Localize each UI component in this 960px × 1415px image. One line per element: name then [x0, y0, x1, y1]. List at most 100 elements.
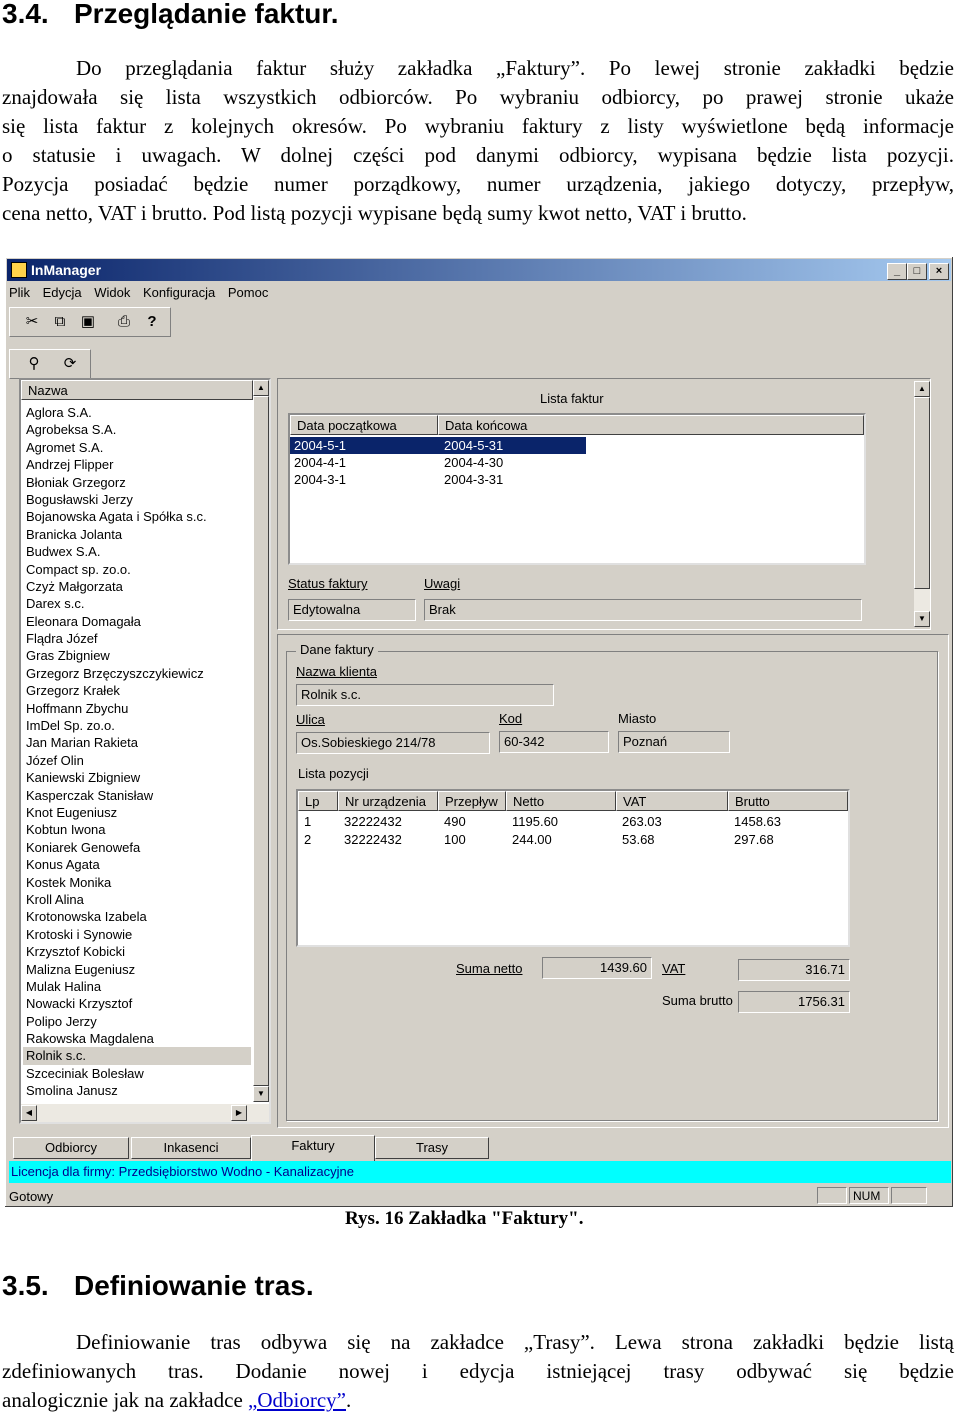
customer-item[interactable]: Nowacki Krzysztof [23, 995, 251, 1012]
code-field[interactable]: 60-342 [499, 731, 609, 753]
num-lock-indicator: NUM [849, 1187, 889, 1204]
tab-faktury[interactable]: Faktury [251, 1135, 375, 1161]
customer-item[interactable]: Flądra Józef [23, 630, 251, 647]
sum-netto-field[interactable]: 1439.60 [542, 957, 652, 979]
invoice-row[interactable]: 2004-4-1 2004-4-30 [290, 454, 864, 471]
scroll-left-icon[interactable]: ◀ [21, 1105, 37, 1121]
tab-inkasenci[interactable]: Inkasenci [131, 1137, 251, 1159]
customer-vscroll[interactable]: ▲ ▼ [253, 380, 269, 1102]
status-field[interactable]: Edytowalna [288, 599, 416, 621]
customer-item[interactable]: Józef Olin [23, 752, 251, 769]
scroll-thumb[interactable] [914, 397, 930, 589]
customer-item[interactable]: Knot Eugeniusz [23, 804, 251, 821]
customer-item[interactable]: Krzysztof Kobicki [23, 943, 251, 960]
customer-item[interactable]: Aglora S.A. [23, 404, 251, 421]
column-header-start[interactable]: Data początkowa [290, 415, 438, 435]
positions-table[interactable]: Lp Nr urządzenia Przepływ Netto VAT Brutto 1 3… [296, 789, 850, 947]
license-bar: Licencja dla firmy: Przedsiębiorstwo Wod… [9, 1161, 951, 1183]
invoice-list[interactable]: Data początkowa Data końcowa 2004-5-1 200… [288, 413, 866, 565]
column-header-gross[interactable]: Brutto [728, 791, 848, 811]
tab-trasy[interactable]: Trasy [375, 1137, 489, 1159]
customer-item[interactable]: Rolnik s.c. [23, 1047, 251, 1065]
customer-list[interactable]: Nazwa Aglora S.A. Agrobeksa S.A. Agromet S… [19, 378, 271, 1124]
scroll-down-icon[interactable]: ▼ [253, 1086, 269, 1102]
column-header-lp[interactable]: Lp [298, 791, 338, 811]
customer-item[interactable]: Grzegorz Krałek [23, 682, 251, 699]
customer-hscroll[interactable]: ◀ ▶ [21, 1104, 269, 1122]
customer-item[interactable]: Budwex S.A. [23, 543, 251, 560]
customer-item[interactable]: Szceciniak Bolesław [23, 1065, 251, 1082]
vat-field[interactable]: 316.71 [738, 959, 850, 981]
menu-plik[interactable]: Plik [9, 285, 30, 300]
scroll-right-icon[interactable]: ▶ [231, 1105, 247, 1121]
customer-item[interactable]: Bogusławski Jerzy [23, 491, 251, 508]
customer-item[interactable]: Hoffmann Zbychu [23, 700, 251, 717]
customer-item[interactable]: Bojanowska Agata i Spółka s.c. [23, 508, 251, 525]
close-button[interactable]: × [929, 263, 949, 280]
sum-brutto-field[interactable]: 1756.31 [738, 991, 850, 1013]
column-header-net[interactable]: Netto [506, 791, 616, 811]
city-field[interactable]: Poznań [618, 731, 730, 753]
menu-edycja[interactable]: Edycja [43, 285, 82, 300]
paste-icon[interactable]: ▣ [78, 312, 98, 332]
scroll-up-icon[interactable]: ▲ [253, 380, 269, 396]
customer-item[interactable]: Krotoski i Synowie [23, 926, 251, 943]
customer-item[interactable]: Eleonara Domagała [23, 613, 251, 630]
position-row[interactable]: 1 32222432 490 1195.60 263.03 1458.63 [298, 813, 848, 831]
customer-item[interactable]: Polipo Jerzy [23, 1013, 251, 1030]
notes-field[interactable]: Brak [424, 599, 862, 621]
customer-item[interactable]: Krotonowska Izabela [23, 908, 251, 925]
scroll-down-icon[interactable]: ▼ [914, 611, 930, 627]
odbiorcy-link[interactable]: „Odbiorcy” [248, 1388, 346, 1412]
customer-item[interactable]: Grzegorz Brzęczyszczykiewicz [23, 665, 251, 682]
customer-item[interactable]: ImDel Sp. zo.o. [23, 717, 251, 734]
tab-odbiorcy[interactable]: Odbiorcy [13, 1137, 129, 1159]
customer-item[interactable]: Kobtun Iwona [23, 821, 251, 838]
customer-item[interactable]: Agrobeksa S.A. [23, 421, 251, 438]
customer-item[interactable]: Kroll Alina [23, 891, 251, 908]
menu-widok[interactable]: Widok [94, 285, 130, 300]
column-header-device-number[interactable]: Nr urządzenia [338, 791, 438, 811]
customer-item[interactable]: Andrzej Flipper [23, 456, 251, 473]
customer-item[interactable]: Błoniak Grzegorz [23, 474, 251, 491]
panel-vscroll[interactable]: ▲ ▼ [914, 381, 930, 627]
customer-item[interactable]: Mulak Halina [23, 978, 251, 995]
customer-item[interactable]: Rakowska Magdalena [23, 1030, 251, 1047]
column-header-flow[interactable]: Przepływ [438, 791, 506, 811]
customer-item[interactable]: Smolina Janusz [23, 1082, 251, 1099]
customer-item[interactable]: Kaniewski Zbigniew [23, 769, 251, 786]
column-header-vat[interactable]: VAT [616, 791, 728, 811]
customer-item[interactable]: Czyż Małgorzata [23, 578, 251, 595]
invoice-row[interactable]: 2004-5-1 2004-5-31 [290, 437, 586, 454]
scroll-thumb[interactable] [253, 396, 269, 1086]
menu-konfiguracja[interactable]: Konfiguracja [143, 285, 215, 300]
customer-item[interactable]: Darex s.c. [23, 595, 251, 612]
customer-item[interactable]: Konus Agata [23, 856, 251, 873]
scissors-icon[interactable]: ✂ [22, 312, 42, 332]
customer-item[interactable]: Kasperczak Stanisław [23, 787, 251, 804]
print-icon[interactable]: ⎙ [114, 312, 134, 332]
maximize-button[interactable]: □ [907, 263, 927, 280]
copy-icon[interactable]: ⧉ [50, 312, 70, 332]
scroll-up-icon[interactable]: ▲ [914, 381, 930, 397]
customer-item[interactable]: Koniarek Genowefa [23, 839, 251, 856]
help-icon[interactable]: ? [142, 312, 162, 332]
customer-item[interactable]: Malizna Eugeniusz [23, 961, 251, 978]
customer-item[interactable]: Branicka Jolanta [23, 526, 251, 543]
minimize-button[interactable]: _ [887, 263, 907, 280]
menu-pomoc[interactable]: Pomoc [228, 285, 268, 300]
search-icon[interactable]: ⚲ [24, 354, 44, 374]
customer-item[interactable]: Gras Zbigniew [23, 647, 251, 664]
column-header-end[interactable]: Data końcowa [438, 415, 864, 435]
customer-item[interactable]: Kostek Monika [23, 874, 251, 891]
client-field[interactable]: Rolnik s.c. [296, 684, 554, 706]
refresh-icon[interactable]: ⟳ [60, 354, 80, 374]
customer-item[interactable]: Compact sp. zo.o. [23, 561, 251, 578]
position-row[interactable]: 2 32222432 100 244.00 53.68 297.68 [298, 831, 848, 849]
app-window: InManager _ □ × Plik Edycja Widok Konfig… [4, 256, 954, 1208]
column-header-nazwa[interactable]: Nazwa [21, 380, 253, 400]
street-field[interactable]: Os.Sobieskiego 214/78 [296, 732, 490, 754]
customer-item[interactable]: Agromet S.A. [23, 439, 251, 456]
customer-item[interactable]: Jan Marian Rakieta [23, 734, 251, 751]
invoice-row[interactable]: 2004-3-1 2004-3-31 [290, 471, 864, 488]
